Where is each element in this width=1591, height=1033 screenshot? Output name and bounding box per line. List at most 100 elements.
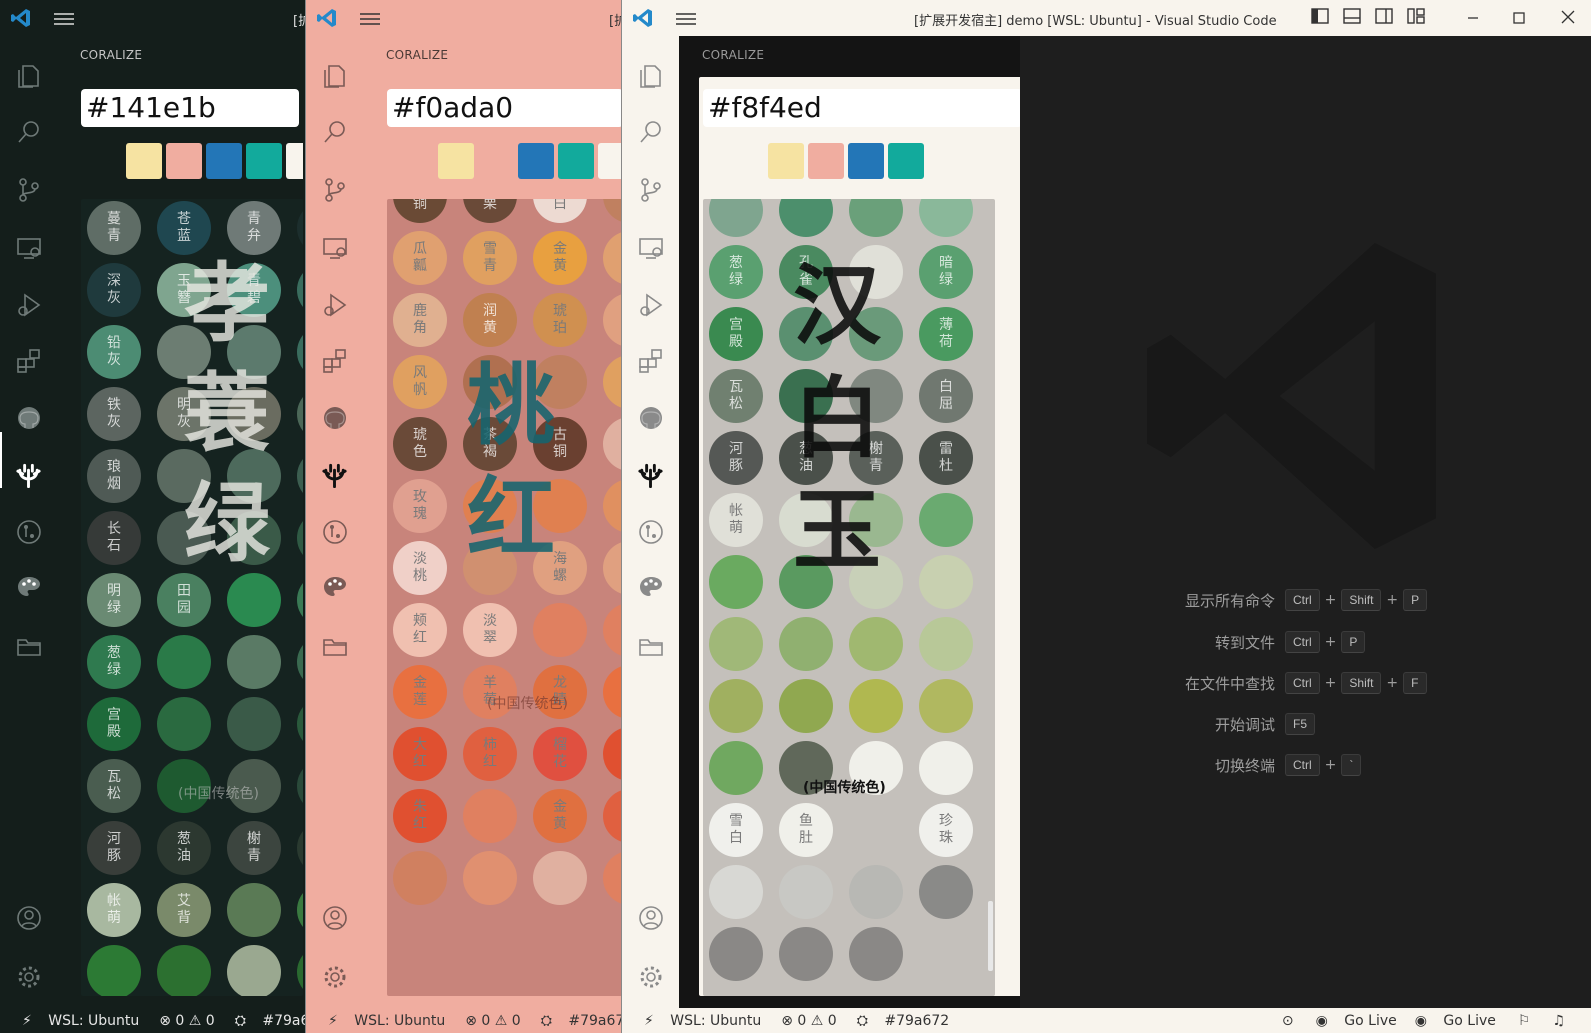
color-dot[interactable]: 淡翠 — [463, 603, 517, 657]
color-dot[interactable] — [297, 945, 303, 996]
color-dot[interactable] — [709, 199, 763, 237]
color-dot[interactable] — [919, 493, 973, 547]
color-dot[interactable]: 雷杜 — [919, 431, 973, 485]
explorer-icon[interactable] — [320, 61, 349, 90]
color-swatch[interactable] — [438, 143, 474, 179]
github-icon[interactable] — [14, 403, 43, 432]
color-dot[interactable] — [849, 679, 903, 733]
color-dot[interactable] — [709, 927, 763, 981]
color-dot[interactable] — [849, 493, 903, 547]
menu-icon[interactable] — [54, 11, 74, 30]
color-dot[interactable] — [603, 479, 621, 533]
color-dot[interactable] — [919, 927, 973, 981]
color-dot[interactable] — [709, 617, 763, 671]
color-dot[interactable] — [463, 789, 517, 843]
color-dot[interactable] — [603, 417, 621, 471]
color-dot[interactable] — [603, 789, 621, 843]
color-dot[interactable] — [603, 541, 621, 595]
color-dot[interactable] — [297, 449, 303, 503]
color-dot[interactable]: 琥色 — [393, 417, 447, 471]
menu-icon[interactable] — [676, 11, 696, 30]
toggle-sidebar-icon[interactable] — [1311, 8, 1329, 28]
color-dot[interactable] — [297, 387, 303, 441]
github-icon[interactable] — [636, 403, 665, 432]
color-dot[interactable] — [227, 697, 281, 751]
branch-indicator[interactable]: ⛭ #79a672 — [235, 1013, 305, 1029]
color-dot[interactable] — [297, 759, 303, 813]
coralize-icon[interactable] — [320, 460, 349, 489]
color-dot[interactable]: 青弁 — [227, 201, 281, 255]
color-dot[interactable]: 玉簪 — [157, 263, 211, 317]
color-dot[interactable] — [709, 741, 763, 795]
color-dot[interactable] — [779, 555, 833, 609]
extensions-icon[interactable] — [636, 346, 665, 375]
color-dot[interactable] — [849, 927, 903, 981]
color-dot[interactable] — [919, 865, 973, 919]
extensions-icon[interactable] — [14, 346, 43, 375]
notification-pin-icon[interactable]: ⊙ — [1282, 1013, 1294, 1029]
color-dot[interactable] — [849, 803, 903, 857]
color-dot[interactable] — [779, 493, 833, 547]
color-swatch[interactable] — [598, 143, 621, 179]
account-icon[interactable] — [320, 903, 349, 932]
color-swatch[interactable] — [808, 143, 844, 179]
color-dot[interactable]: 蔓青 — [87, 201, 141, 255]
hex-color-input[interactable]: #141e1b — [81, 89, 299, 127]
color-dot[interactable]: 帐萌 — [709, 493, 763, 547]
color-dot[interactable] — [297, 821, 303, 875]
color-dot[interactable] — [157, 511, 211, 565]
color-dot[interactable]: 珍珠 — [919, 803, 973, 857]
git-graph-icon[interactable] — [636, 517, 665, 546]
explorer-icon[interactable] — [636, 61, 665, 90]
color-swatch[interactable] — [166, 143, 202, 179]
color-dot[interactable]: 葱绿 — [87, 635, 141, 689]
color-dot[interactable] — [297, 573, 303, 627]
scrollbar[interactable] — [988, 901, 993, 971]
color-dot[interactable]: 河豚 — [709, 431, 763, 485]
color-dot[interactable] — [709, 865, 763, 919]
palette-icon[interactable] — [320, 573, 349, 602]
color-swatch[interactable] — [246, 143, 282, 179]
color-dot[interactable]: 玫瑰 — [393, 479, 447, 533]
color-dot[interactable] — [533, 851, 587, 905]
color-dot[interactable]: 古铜 — [533, 417, 587, 471]
color-dot[interactable] — [919, 199, 973, 237]
vscode-logo-icon[interactable] — [10, 7, 32, 33]
search-icon[interactable] — [14, 117, 43, 146]
color-dot[interactable] — [227, 883, 281, 937]
remote-explorer-icon[interactable] — [636, 233, 665, 262]
color-dot[interactable]: 宫殿 — [87, 697, 141, 751]
palette-icon[interactable] — [14, 573, 43, 602]
color-dot[interactable]: 瓜瓤 — [393, 231, 447, 285]
color-dot[interactable] — [227, 325, 281, 379]
color-dot[interactable]: 田园 — [157, 573, 211, 627]
bell-icon[interactable]: ♫ — [1552, 1013, 1565, 1029]
color-dot[interactable] — [849, 307, 903, 361]
color-dot[interactable] — [463, 851, 517, 905]
color-dot[interactable] — [919, 741, 973, 795]
folder-icon[interactable] — [320, 631, 349, 660]
coralize-icon[interactable] — [14, 460, 43, 489]
color-dot[interactable]: 金莲 — [393, 665, 447, 719]
coralize-icon[interactable] — [636, 460, 665, 489]
color-dot[interactable] — [779, 679, 833, 733]
search-icon[interactable] — [320, 117, 349, 146]
color-dot[interactable]: 孔雀 — [779, 245, 833, 299]
color-dot[interactable]: 粉白 — [533, 199, 587, 223]
color-dot[interactable]: 朱红 — [393, 789, 447, 843]
maximize-icon[interactable] — [1513, 9, 1525, 28]
color-dot[interactable] — [849, 555, 903, 609]
color-dot[interactable] — [603, 293, 621, 347]
color-dot[interactable] — [463, 541, 517, 595]
account-icon[interactable] — [636, 903, 665, 932]
color-dot[interactable] — [779, 307, 833, 361]
remote-indicator[interactable]: ⚡ WSL: Ubuntu — [10, 1013, 139, 1029]
color-dot[interactable] — [779, 369, 833, 423]
color-dot[interactable] — [603, 603, 621, 657]
color-dot[interactable] — [849, 865, 903, 919]
color-swatch[interactable] — [518, 143, 554, 179]
extensions-icon[interactable] — [320, 346, 349, 375]
hex-color-input[interactable]: #f0ada0 — [387, 89, 621, 127]
remote-explorer-icon[interactable] — [14, 233, 43, 262]
run-debug-icon[interactable] — [636, 290, 665, 319]
